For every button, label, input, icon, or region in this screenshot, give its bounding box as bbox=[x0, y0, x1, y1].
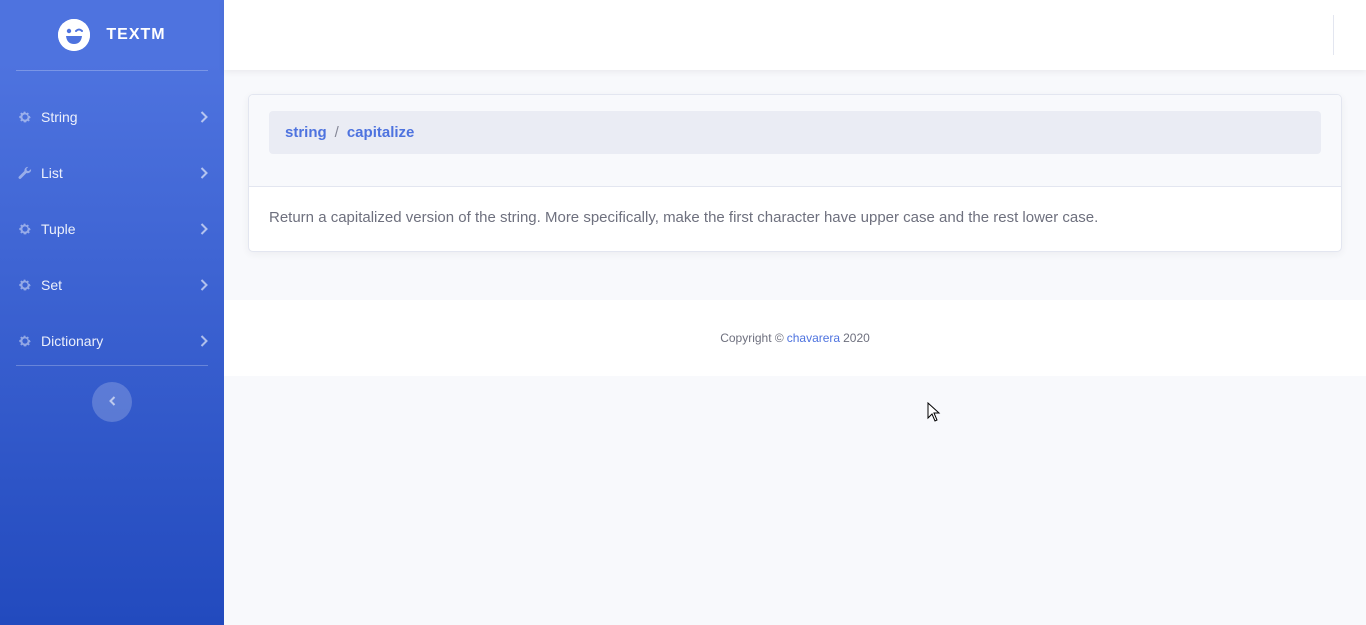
gear-icon bbox=[18, 334, 32, 348]
topbar-divider bbox=[1333, 15, 1334, 55]
chevron-right-icon bbox=[200, 335, 208, 347]
card-header: string / capitalize bbox=[249, 95, 1341, 187]
gear-icon bbox=[18, 222, 32, 236]
gear-icon bbox=[18, 110, 32, 124]
copyright-year: 2020 bbox=[843, 331, 870, 345]
sidebar-item-dictionary[interactable]: Dictionary bbox=[0, 313, 224, 369]
sidebar-toggle-button[interactable] bbox=[92, 382, 132, 422]
wrench-icon bbox=[18, 166, 32, 180]
topbar bbox=[224, 0, 1366, 70]
sidebar-item-list[interactable]: List bbox=[0, 145, 224, 201]
breadcrumb-separator: / bbox=[334, 124, 339, 141]
card-body: Return a capitalized version of the stri… bbox=[249, 187, 1341, 248]
breadcrumb: string / capitalize bbox=[269, 111, 1321, 154]
sidebar-nav: String List Tuple Set Dictionary bbox=[0, 71, 224, 369]
sidebar-item-label: Set bbox=[41, 277, 63, 293]
breadcrumb-item-current[interactable]: capitalize bbox=[347, 124, 415, 141]
brand-name: TEXTM bbox=[106, 26, 166, 43]
mouse-cursor-icon bbox=[927, 401, 941, 427]
chevron-right-icon bbox=[200, 167, 208, 179]
sidebar-divider bbox=[16, 365, 208, 366]
method-description: Return a capitalized version of the stri… bbox=[269, 209, 1099, 226]
sidebar-item-label: List bbox=[41, 165, 63, 181]
sidebar-item-label: String bbox=[41, 109, 78, 125]
chevron-right-icon bbox=[200, 279, 208, 291]
chevron-left-icon bbox=[108, 393, 116, 411]
sidebar-item-string[interactable]: String bbox=[0, 89, 224, 145]
sidebar-item-label: Dictionary bbox=[41, 333, 104, 349]
gear-icon bbox=[18, 278, 32, 292]
chevron-right-icon bbox=[200, 111, 208, 123]
laugh-wink-icon bbox=[58, 19, 91, 51]
content-card: string / capitalize Return a capitalized… bbox=[248, 94, 1342, 252]
sidebar-item-set[interactable]: Set bbox=[0, 257, 224, 313]
author-link[interactable]: chavarera bbox=[787, 331, 840, 345]
sidebar-item-label: Tuple bbox=[41, 221, 76, 237]
brand[interactable]: TEXTM bbox=[0, 0, 224, 70]
breadcrumb-item-root[interactable]: string bbox=[285, 124, 327, 141]
copyright-text: Copyright © bbox=[720, 331, 784, 345]
sidebar: TEXTM String List Tuple Set Dictionary bbox=[0, 0, 224, 625]
footer: Copyright © chavarera 2020 bbox=[224, 300, 1366, 376]
chevron-right-icon bbox=[200, 223, 208, 235]
sidebar-item-tuple[interactable]: Tuple bbox=[0, 201, 224, 257]
